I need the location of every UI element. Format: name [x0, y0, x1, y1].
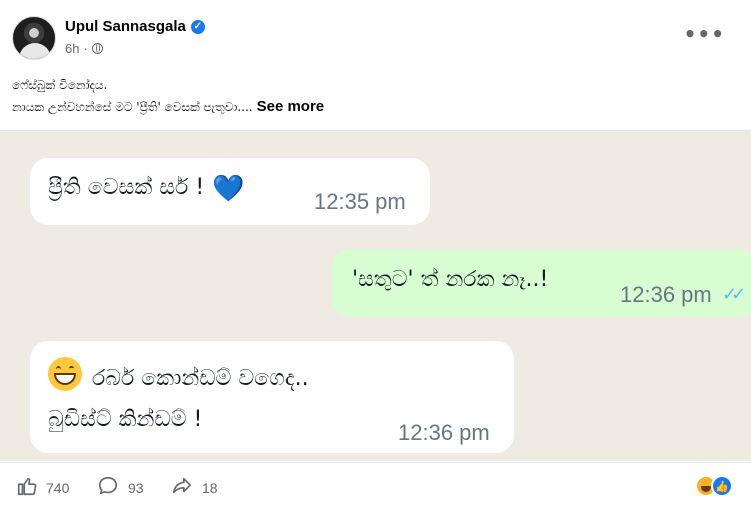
message-bubble-incoming: රබර් කොන්ඩම් වගෙද.. බුඩිස්ට් කින්ඩම් ! 1… — [30, 341, 514, 453]
message-bubble-incoming: ප්‍රීති වෙසක් සර් ! 💙 12:35 pm — [30, 158, 430, 225]
like-reaction-icon: 👍 — [711, 475, 733, 497]
message-text: 'සතුට' ත් නරක නෑ..! — [352, 267, 549, 292]
message-text: ප්‍රීති වෙසක් සර් ! — [48, 175, 205, 200]
message-time: 12:36 pm — [620, 282, 712, 307]
verified-badge-icon: ✓ — [190, 19, 205, 34]
share-button[interactable]: 18 — [170, 475, 218, 501]
chat-screenshot-image[interactable]: ප්‍රීති වෙසක් සර් ! 💙 12:35 pm 'සතුට' ත් … — [0, 130, 751, 461]
message-text-line-2: බුඩිස්ට් කින්ඩම් ! — [48, 407, 203, 432]
message-time: 12:36 pm — [398, 420, 490, 445]
message-text-line-1: රබර් කොන්ඩම් වගෙද.. — [92, 366, 309, 391]
read-receipt-icon: ✓✓ — [722, 284, 746, 305]
like-count: 740 — [46, 480, 70, 496]
share-icon — [170, 475, 194, 501]
like-button[interactable]: 740 — [16, 475, 69, 501]
comment-count: 93 — [128, 480, 144, 496]
caption-line-2: නායක උන්වහන්සේ මට 'ප්‍රීති' වෙසක් පැතුවා… — [12, 98, 325, 115]
post-meta: 6h · — [65, 41, 103, 56]
share-count: 18 — [202, 480, 218, 496]
author-name-row[interactable]: Upul Sannasgala ✓ — [65, 18, 205, 35]
more-options-icon[interactable]: ••• — [684, 24, 725, 44]
post-caption: ෆේස්බුක් විනෝදය. නායක උන්වහන්සේ මට 'ප්‍ර… — [12, 74, 324, 118]
message-time: 12:35 pm — [314, 189, 406, 214]
see-more-link[interactable]: See more — [257, 98, 325, 115]
message-bubble-outgoing: 'සතුට' ත් නරක නෑ..! 12:36 pm ✓✓ — [332, 249, 751, 317]
reactions-summary[interactable]: 👍 — [695, 475, 733, 497]
globe-icon — [91, 43, 103, 54]
blue-heart-icon: 💙 — [212, 174, 245, 204]
post-time[interactable]: 6h — [65, 41, 79, 56]
thumbs-up-icon — [16, 475, 38, 501]
author-name[interactable]: Upul Sannasgala — [65, 18, 186, 35]
grinning-face-icon — [48, 357, 82, 391]
caption-line-1: ෆේස්බුක් විනෝදය. — [12, 78, 108, 92]
comment-icon — [96, 475, 120, 501]
post-header: Upul Sannasgala ✓ 6h · ••• — [0, 0, 751, 70]
post-actions-bar: 740 93 18 👍 — [0, 462, 751, 518]
comment-button[interactable]: 93 — [96, 475, 144, 501]
author-avatar[interactable] — [12, 16, 56, 60]
